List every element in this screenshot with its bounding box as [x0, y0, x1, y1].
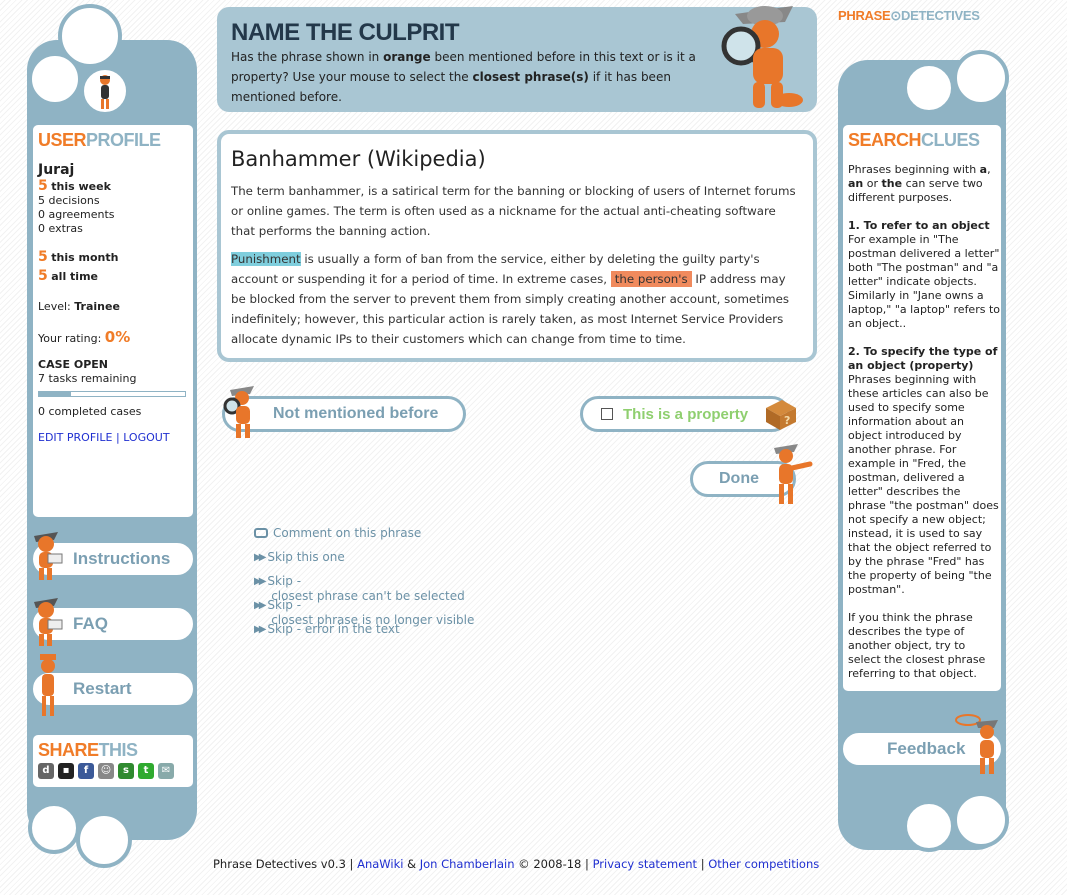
logout-link[interactable]: LOGOUT [123, 431, 169, 444]
skip-error-link[interactable]: ▶▶ Skip - error in the text [254, 622, 400, 636]
skip-this-one-link[interactable]: ▶▶ Skip this one [254, 550, 345, 564]
article-title: Banhammer (Wikipedia) [231, 147, 486, 171]
clue-text-2: Phrases beginning with these articles ca… [848, 373, 999, 596]
footer: Phrase Detectives v0.3 | AnaWiki & Jon C… [213, 857, 820, 871]
username: Juraj [38, 162, 75, 178]
article-paragraph-1: The term banhammer, is a satirical term … [231, 184, 796, 238]
detective-faq-icon [34, 598, 63, 646]
case-progress-fill [39, 392, 72, 396]
clue-heading-2: 2. To specify the type of an object (pro… [848, 345, 998, 372]
article-panel: Banhammer (Wikipedia) The term banhammer… [217, 130, 817, 362]
case-progress-bar [38, 391, 186, 397]
alltime-score: 5 all time [38, 268, 98, 284]
tasks-remaining: 7 tasks remaining [38, 372, 137, 385]
comment-link[interactable]: Comment on this phrase [254, 526, 421, 540]
case-title: CASE OPEN [38, 358, 108, 371]
jon-chamberlain-link[interactable]: Jon Chamberlain [420, 857, 515, 871]
rating: Your rating: 0% [38, 328, 131, 346]
decor-circle [903, 62, 955, 114]
antecedent-phrase-highlight[interactable]: Punishment [231, 252, 301, 266]
skip-arrows-icon: ▶▶ [254, 576, 267, 587]
site-logo[interactable]: PHRASE⊙DETECTIVES [838, 8, 980, 24]
decor-circle [953, 792, 1009, 848]
delicious-icon[interactable]: ▪ [58, 763, 74, 779]
search-clues-heading: SEARCHCLUES [848, 130, 980, 150]
extras-count: 0 extras [38, 222, 83, 235]
clue-text-1: For example in "The postman delivered a … [848, 233, 1000, 330]
stumbleupon-icon[interactable]: s [118, 763, 134, 779]
share-icons-row: d ▪ f ☺ s t ✉ [38, 763, 174, 779]
detective-pointing-icon [774, 444, 813, 504]
detective-magnifier-icon [721, 6, 803, 108]
detective-lasso-icon [955, 714, 998, 774]
clue-text-3: If you think the phrase describes the ty… [848, 611, 986, 680]
skip-arrows-icon: ▶▶ [254, 551, 267, 563]
share-heading: SHARETHIS [38, 740, 138, 760]
detective-small-magnifier-icon [223, 386, 254, 438]
skip-arrows-icon: ▶▶ [254, 600, 267, 611]
property-button[interactable]: This is a property [580, 396, 790, 432]
share-panel: SHARETHIS d ▪ f ☺ s t ✉ [30, 732, 196, 790]
avatar [80, 66, 130, 116]
month-score: 5 this month [38, 249, 119, 265]
anawiki-link[interactable]: AnaWiki [357, 857, 403, 871]
decor-circle [953, 50, 1009, 106]
speech-bubble-icon [254, 528, 268, 538]
page-title: NAME THE CULPRIT [231, 19, 460, 46]
detective-restart-icon [40, 654, 56, 716]
user-profile-panel: USERPROFILE Juraj 5 this week 5 decision… [30, 122, 196, 520]
decor-circle [28, 52, 82, 106]
skip-arrows-icon: ▶▶ [254, 623, 267, 635]
target-phrase-highlight: the person's [610, 271, 692, 287]
facebook-icon[interactable]: f [78, 763, 94, 779]
property-checkbox[interactable] [601, 408, 613, 420]
search-clues-panel: SEARCHCLUES Phrases beginning with a, an… [840, 122, 1004, 694]
decor-circle [28, 802, 80, 854]
completed-cases: 0 completed cases [38, 405, 142, 418]
detective-reading-icon [34, 532, 63, 580]
user-profile-heading: USERPROFILE [38, 130, 161, 150]
clue-heading-1: 1. To refer to an object [848, 219, 990, 232]
other-competitions-link[interactable]: Other competitions [708, 857, 819, 871]
agreements-count: 0 agreements [38, 208, 115, 221]
svg-text:?: ? [784, 414, 790, 427]
decisions-count: 5 decisions [38, 194, 100, 207]
task-instructions: Has the phrase shown in orange been ment… [231, 50, 696, 104]
digg-icon[interactable]: d [38, 763, 54, 779]
week-score: 5 this week [38, 178, 111, 194]
email-icon[interactable]: ✉ [158, 763, 174, 779]
clues-intro: Phrases beginning with a, an or the can … [848, 163, 991, 204]
privacy-link[interactable]: Privacy statement [593, 857, 698, 871]
technorati-icon[interactable]: t [138, 763, 154, 779]
reddit-icon[interactable]: ☺ [98, 763, 114, 779]
decor-circle [903, 800, 955, 852]
decor-circle [76, 812, 132, 868]
edit-profile-link[interactable]: EDIT PROFILE [38, 431, 112, 444]
magnifier-logo-icon: ⊙ [890, 8, 901, 23]
level: Level: Trainee [38, 300, 120, 313]
question-box-icon: ? [766, 400, 796, 430]
article-paragraph-2: Punishment is usually a form of ban from… [231, 252, 789, 346]
